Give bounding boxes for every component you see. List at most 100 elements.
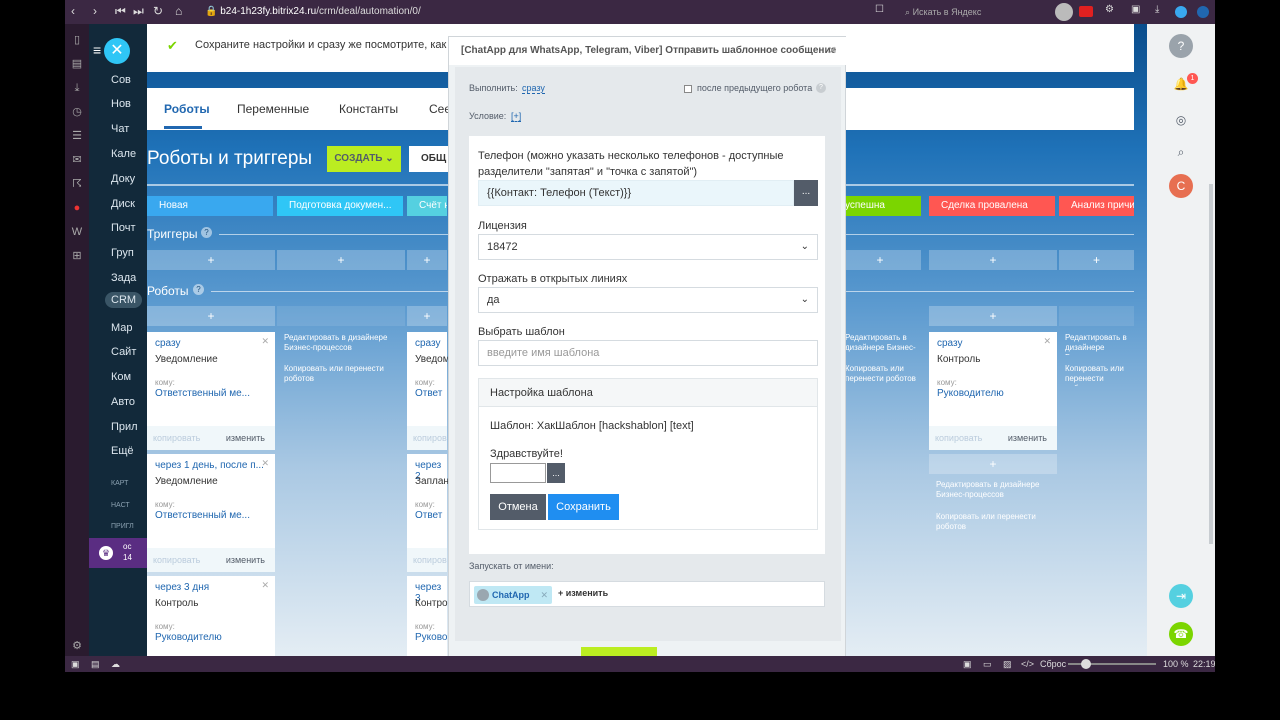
robot-card[interactable]: сразу Контроль ✕ кому: Руководителю копи… <box>929 332 1057 450</box>
stage-invoice[interactable]: Счёт н <box>407 196 447 216</box>
downloads-panel-icon[interactable]: ⤓ <box>65 76 89 100</box>
license-badge[interactable]: ♛ ос 14 <box>89 538 147 568</box>
open-lines-icon[interactable]: ⇥ <box>1169 584 1193 608</box>
add-trigger-button[interactable]: + <box>839 250 921 270</box>
scrollbar[interactable] <box>1209 184 1213 544</box>
add-robot-button[interactable] <box>277 306 405 326</box>
home-icon[interactable]: ⌂ <box>175 4 182 18</box>
robot-when[interactable]: через 1 день, после п... <box>155 460 264 471</box>
close-icon[interactable]: ✕ <box>1043 336 1051 347</box>
tab-variables[interactable]: Переменные <box>237 102 309 116</box>
stage-new[interactable]: Новая <box>147 196 273 216</box>
menu-item[interactable]: Доку <box>111 173 135 185</box>
add-robot-button[interactable]: + <box>407 306 447 326</box>
add-condition-link[interactable]: [+] <box>511 111 522 122</box>
stage-won[interactable]: успешна <box>839 196 921 216</box>
template-variable-input[interactable] <box>490 463 546 483</box>
media-next-icon[interactable]: ⏭ <box>133 4 144 19</box>
edit-in-designer-link[interactable]: Редактировать в дизайнере Бизнес-процесс… <box>936 480 1054 500</box>
save-template-button[interactable]: Сохранить <box>548 494 619 520</box>
menu-item-crm[interactable]: CRM <box>105 292 143 308</box>
forward-icon[interactable]: › <box>93 4 97 18</box>
menu-item[interactable]: Почт <box>111 222 136 234</box>
menu-burger-icon[interactable]: ≡ <box>93 42 101 58</box>
edit-in-designer-link[interactable]: Редактировать в дизайнере Бизнес-процесс… <box>284 333 394 353</box>
copy-link[interactable]: копировать <box>153 555 200 565</box>
robot-when[interactable]: сразу <box>155 338 180 349</box>
menu-item[interactable]: Груп <box>111 247 134 259</box>
template-input[interactable]: введите имя шаблона <box>478 340 818 366</box>
cloud-icon[interactable]: ☁ <box>111 656 120 672</box>
tabs-panel-icon[interactable]: ▤ <box>65 52 89 76</box>
wiki-panel-icon[interactable]: W <box>65 220 89 244</box>
camera-icon[interactable]: ▣ <box>963 656 972 672</box>
globe-icon[interactable] <box>1175 6 1187 18</box>
robot-card[interactable]: сразу Уведомление ✕ кому: Ответственный … <box>147 332 275 450</box>
edit-link[interactable]: изменить <box>1008 426 1047 450</box>
menu-item[interactable]: Нов <box>111 98 131 110</box>
phone-icon[interactable]: ☎ <box>1169 622 1193 646</box>
settings-panel-icon[interactable]: ⚙ <box>65 634 89 658</box>
close-icon[interactable]: ✕ <box>261 580 269 591</box>
youtube-icon[interactable] <box>1079 6 1093 17</box>
media-prev-icon[interactable]: ⏮ <box>115 4 126 19</box>
phone-field[interactable]: {{Контакт: Телефон (Текст)}} <box>478 180 794 206</box>
zoom-reset[interactable]: Сброс <box>1040 656 1066 672</box>
copy-link[interactable]: копиров <box>413 555 447 565</box>
close-icon[interactable]: ✕ <box>828 37 837 65</box>
copy-link[interactable]: копиров <box>413 433 447 443</box>
create-button[interactable]: СОЗДАТЬ ⌄ <box>327 146 401 172</box>
sidebar-toggle-icon[interactable]: ▣ <box>71 656 80 672</box>
variable-insert-button[interactable]: ... <box>547 463 565 483</box>
menu-section[interactable]: КАРТ <box>111 480 128 487</box>
profile-avatar[interactable] <box>1055 3 1073 21</box>
menu-item[interactable]: Авто <box>111 396 135 408</box>
close-icon[interactable]: ✕ <box>261 458 269 469</box>
copy-robots-link[interactable]: Копировать или перенести роботов <box>845 364 923 386</box>
edit-in-designer-link[interactable]: Редактировать в дизайнере Бизнес-процесс… <box>845 333 923 355</box>
code-icon[interactable]: </> <box>1021 656 1034 672</box>
notes-panel-icon[interactable]: ☰ <box>65 124 89 148</box>
robot-when[interactable]: через 3 дня <box>155 582 209 593</box>
copy-link[interactable]: копировать <box>935 433 982 443</box>
user-chip[interactable]: ChatApp ✕ <box>474 586 552 604</box>
copy-robots-link[interactable]: Копировать или перенести роботов <box>284 364 394 384</box>
copy-link[interactable]: копировать <box>153 433 200 443</box>
menu-item[interactable]: Мар <box>111 322 133 334</box>
car-icon[interactable]: ▣ <box>1131 4 1140 15</box>
search-icon[interactable]: ⌕ <box>1169 140 1193 164</box>
robot-when[interactable]: сразу <box>937 338 962 349</box>
common-button[interactable]: ОБЩ <box>409 146 449 172</box>
cancel-button[interactable]: Отмена <box>490 494 546 520</box>
robot-card[interactable]: через 1 день, после п... Уведомление ✕ к… <box>147 454 275 572</box>
help-icon[interactable]: ? <box>193 284 204 295</box>
run-as-field[interactable]: ChatApp ✕ + изменить <box>469 581 825 607</box>
stage-docs[interactable]: Подготовка докумен... <box>277 196 403 216</box>
robot-card[interactable]: через 3 Контро кому: Руково <box>407 576 448 656</box>
stage-lost[interactable]: Сделка провалена <box>929 196 1055 216</box>
tab-robots[interactable]: Роботы <box>164 102 210 116</box>
quick-add-button[interactable]: ✕ <box>104 38 130 64</box>
bookmark-icon[interactable]: ☐ <box>875 4 884 15</box>
robot-card[interactable]: сразу Уведом кому: Ответ копиров <box>407 332 450 450</box>
help-icon[interactable]: ? <box>201 227 212 238</box>
openlines-select[interactable]: да ⌄ <box>478 287 818 313</box>
menu-section[interactable]: НАСТ <box>111 502 130 509</box>
tabs-icon[interactable]: ▤ <box>91 656 100 672</box>
menu-item[interactable]: Ком <box>111 371 131 383</box>
chat-icon[interactable]: ◎ <box>1169 108 1193 132</box>
remove-icon[interactable]: ✕ <box>540 586 548 604</box>
add-panel-icon[interactable]: ⊞ <box>65 244 89 268</box>
translate-panel-icon[interactable]: ☈ <box>65 172 89 196</box>
address-bar[interactable]: 🔒 b24-1h23fy.bitrix24.ru/crm/deal/automa… <box>205 3 885 21</box>
robot-when[interactable]: сразу <box>415 338 440 349</box>
vpn-icon[interactable] <box>1197 6 1209 18</box>
add-trigger-button[interactable]: + <box>929 250 1057 270</box>
change-user-link[interactable]: + изменить <box>558 588 608 598</box>
stage-analysis[interactable]: Анализ причи <box>1059 196 1134 216</box>
image-icon[interactable]: ▨ <box>1003 656 1012 672</box>
after-previous-checkbox[interactable] <box>684 85 692 93</box>
copy-robots-link[interactable]: Копировать или перенести роботов <box>1065 364 1134 386</box>
tab-constants[interactable]: Константы <box>339 102 398 116</box>
download-icon[interactable]: ⤓ <box>1155 4 1159 15</box>
